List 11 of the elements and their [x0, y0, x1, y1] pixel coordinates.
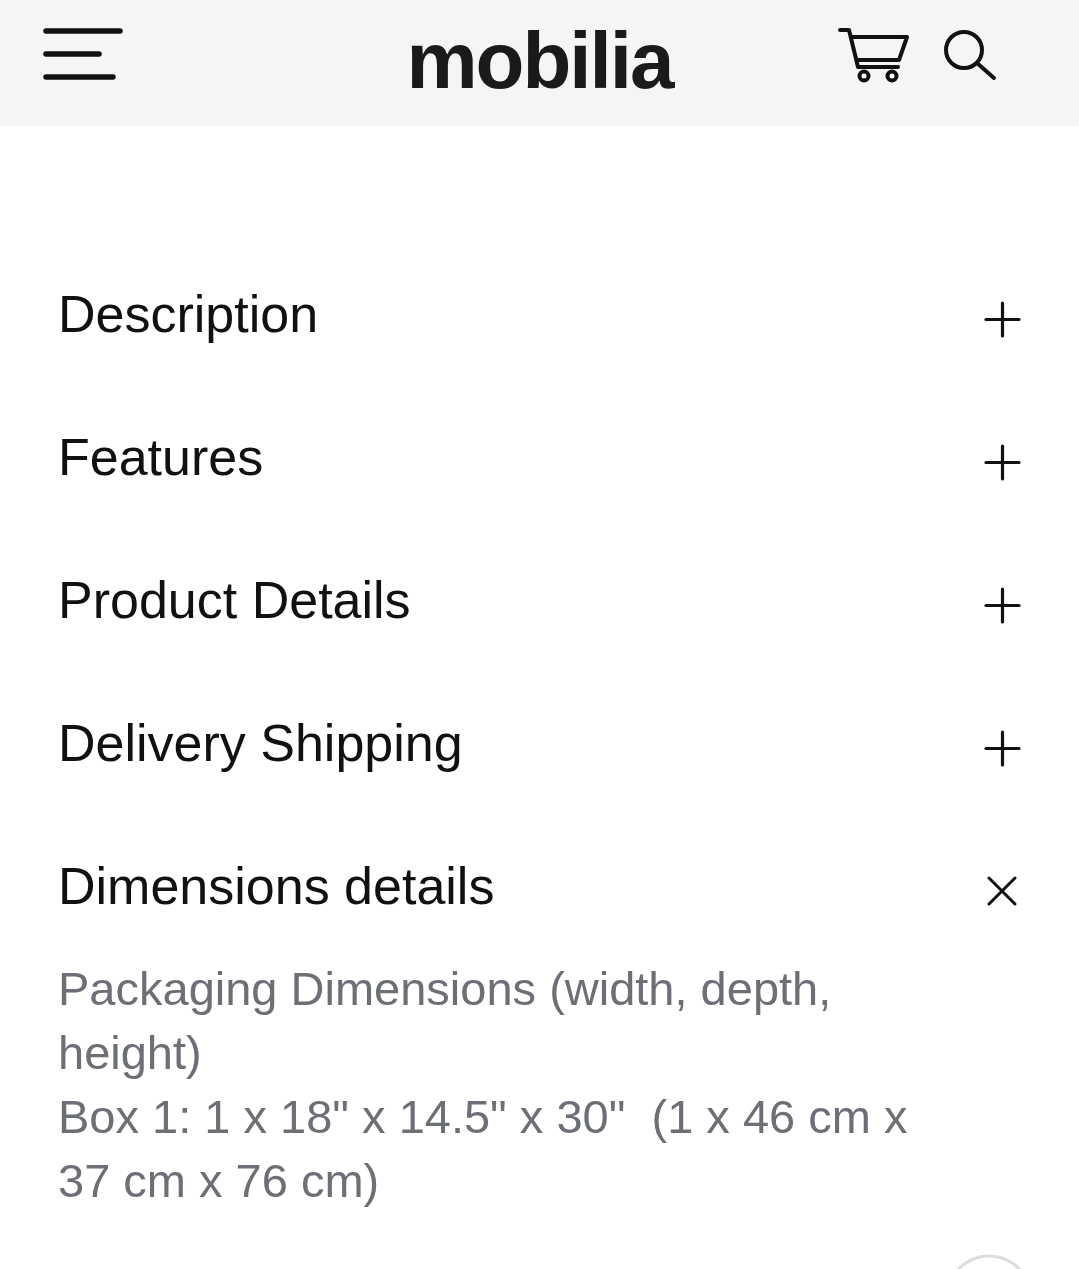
accordion-header[interactable]: Product Details	[58, 569, 1021, 630]
accordion-header[interactable]: Delivery Shipping	[58, 712, 1021, 773]
accordion-header[interactable]: Features	[58, 426, 1021, 487]
panel-text: Packaging Dimensions (width, depth, height)	[58, 961, 833, 1081]
accordion-header[interactable]: Description	[58, 283, 1021, 344]
panel-text: Box 1: 1 x 18" x 14.5" x 30" (1 x 46 cm x 37 cm x 76 cm)	[58, 1089, 909, 1209]
logo[interactable]: mobilia	[406, 21, 673, 101]
search-icon[interactable]	[943, 29, 997, 81]
accordion-header[interactable]: Dimensions details	[58, 855, 1021, 916]
cart-icon[interactable]	[838, 27, 910, 83]
menu-icon[interactable]	[43, 27, 123, 81]
